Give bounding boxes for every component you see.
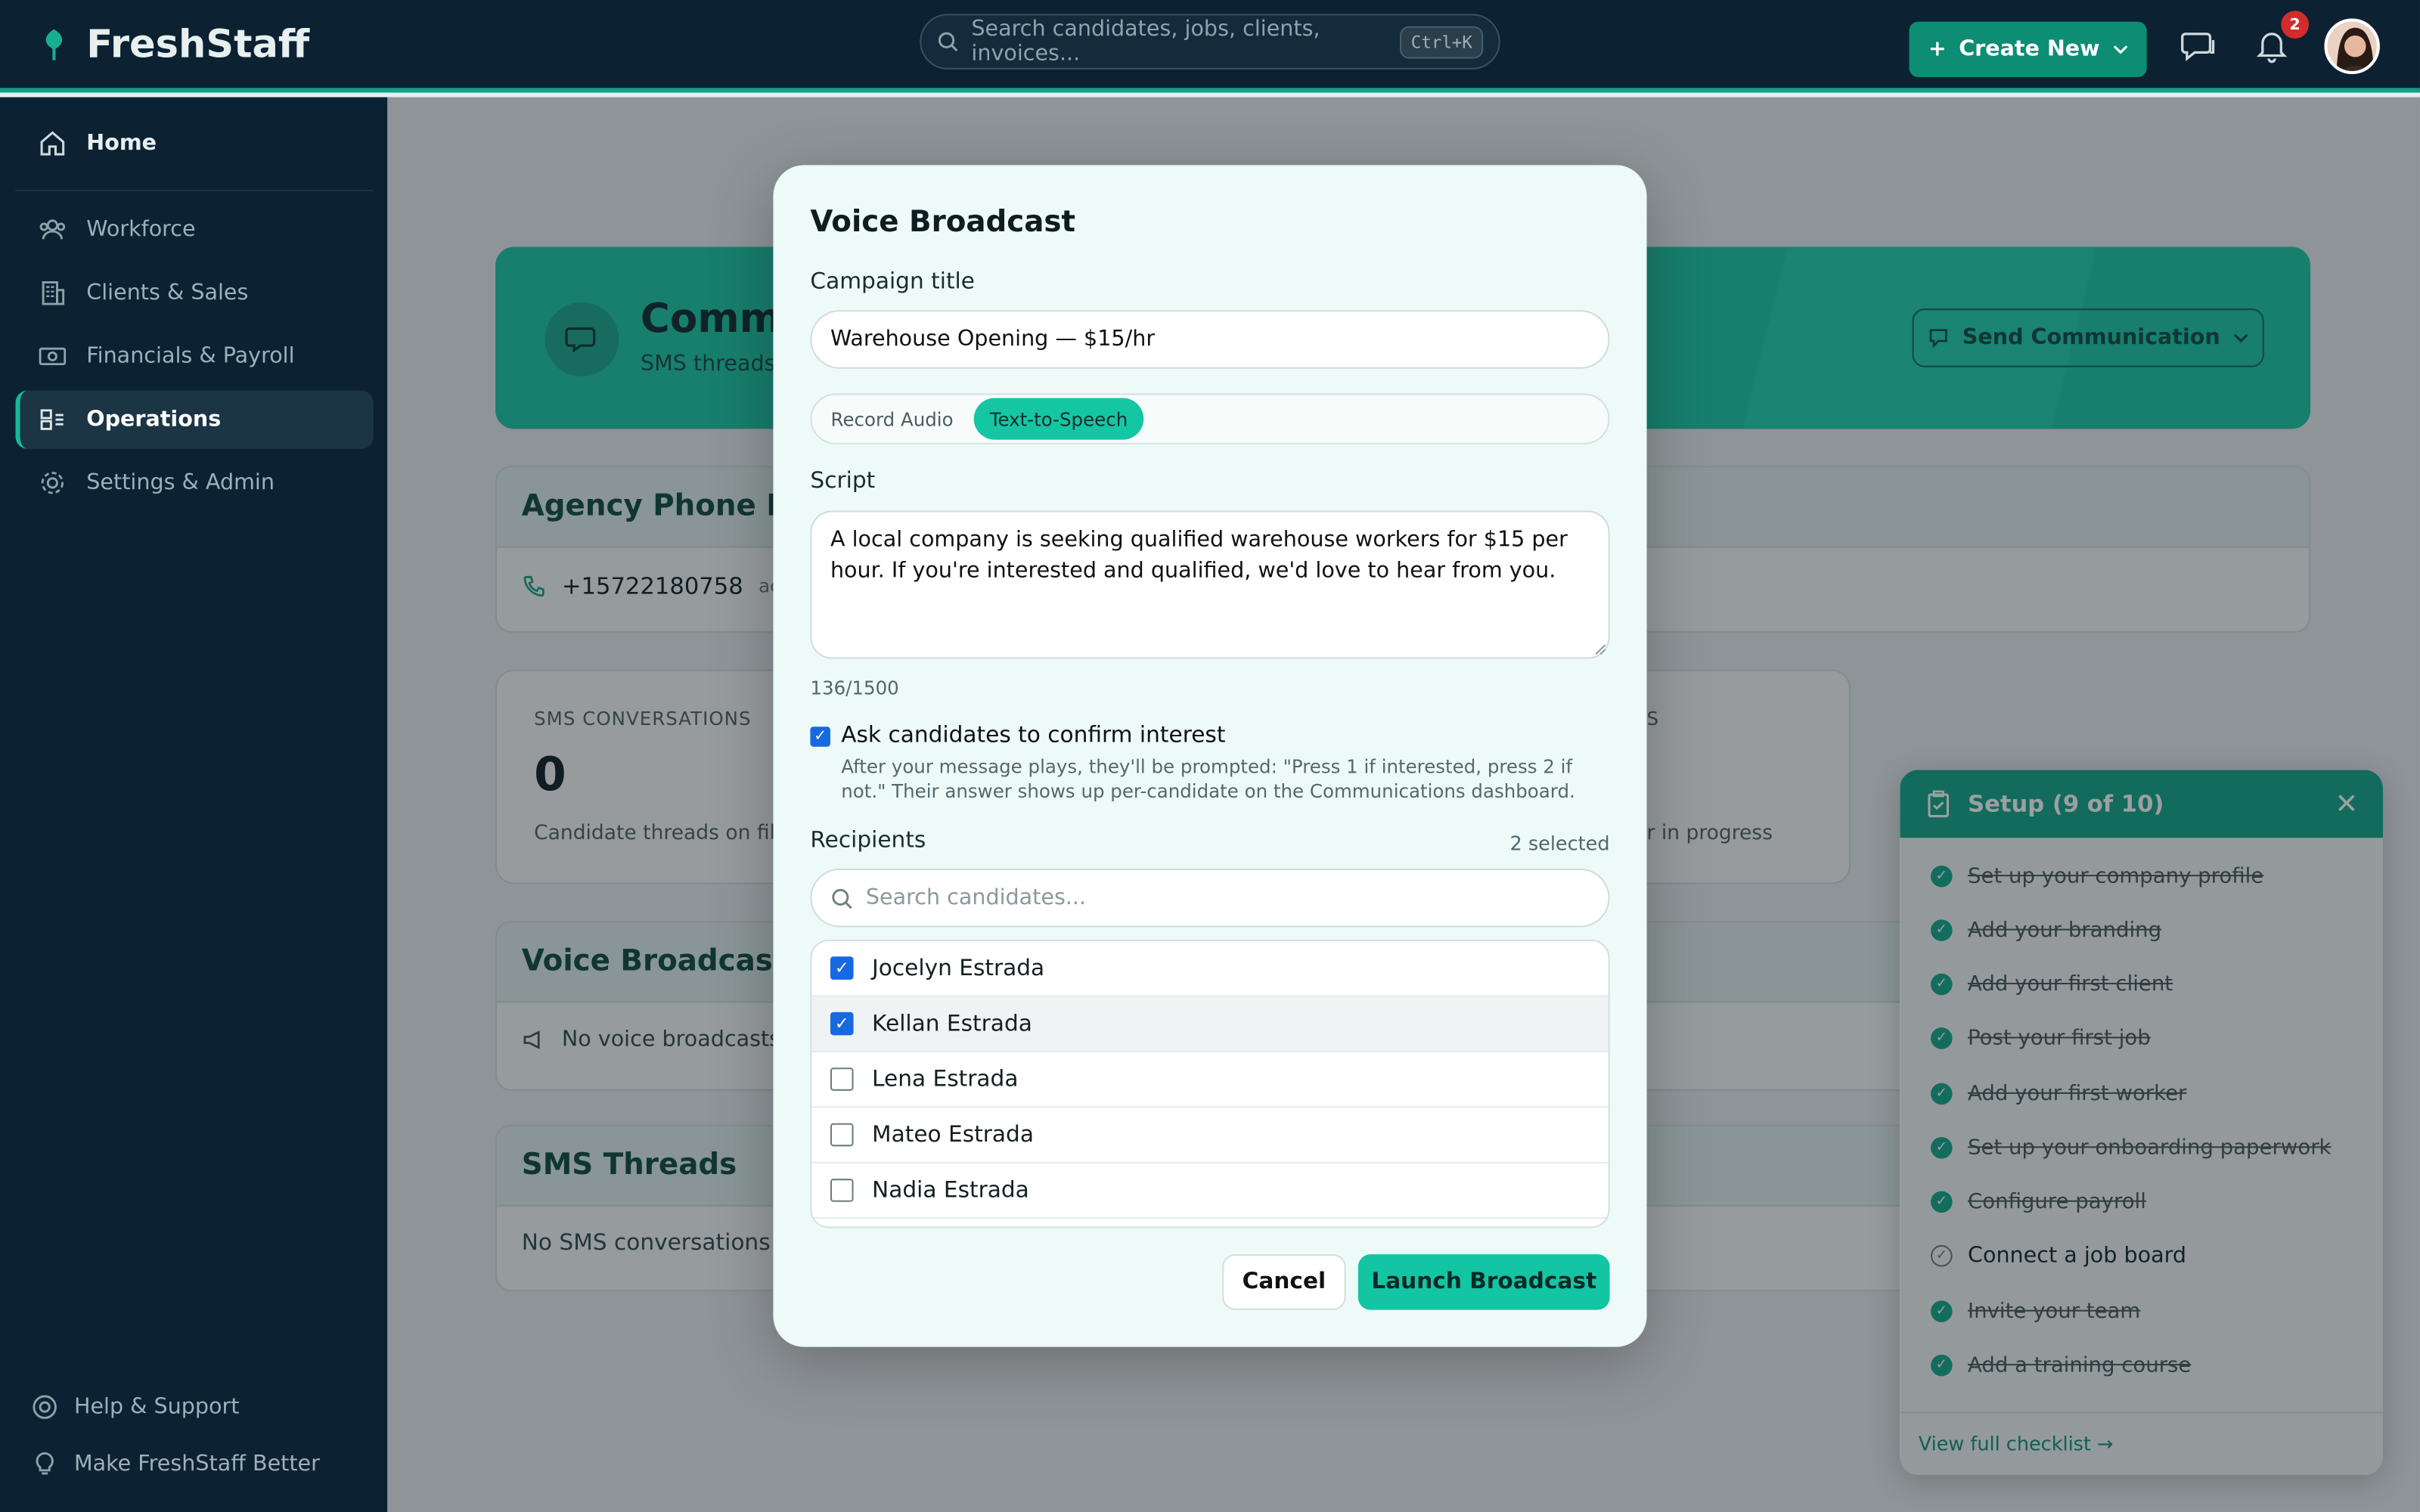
character-count: 136/1500 <box>810 677 899 699</box>
create-new-button[interactable]: + Create New <box>1909 21 2147 78</box>
home-icon <box>40 131 65 156</box>
panel-backdrop <box>1900 770 2383 1476</box>
sidebar-item-home[interactable]: Home <box>15 114 373 173</box>
brand-logo[interactable]: FreshStaff <box>37 22 309 67</box>
launch-broadcast-button[interactable]: Launch Broadcast <box>1357 1254 1610 1310</box>
confirm-interest-label: Ask candidates to confirm interest <box>841 723 1226 748</box>
confirm-interest-checkbox[interactable]: ✓ <box>810 727 830 747</box>
recipient-row[interactable]: Mateo Estrada <box>811 1108 1609 1163</box>
sidebar-item-financials-payroll[interactable]: Financials & Payroll <box>15 327 373 386</box>
recipient-name: Mateo Estrada <box>872 1122 1034 1148</box>
create-new-label: Create New <box>1959 36 2100 62</box>
checkbox-checked[interactable]: ✓ <box>830 956 854 980</box>
lightbulb-icon <box>36 1452 54 1475</box>
recipient-row[interactable]: Lena Estrada <box>811 1052 1609 1108</box>
script-label: Script <box>810 469 876 494</box>
recipient-row[interactable]: Nadia Estrada <box>811 1163 1609 1219</box>
search-placeholder: Search candidates, jobs, clients, invoic… <box>971 17 1320 67</box>
leaf-logo-icon <box>45 28 63 60</box>
money-icon <box>39 347 67 366</box>
user-avatar[interactable] <box>2324 18 2380 74</box>
recipients-label: Recipients <box>810 828 926 854</box>
search-icon <box>832 888 852 909</box>
notification-badge: 2 <box>2281 11 2310 39</box>
record-audio-option[interactable]: Record Audio <box>818 398 966 440</box>
recipient-row[interactable]: ✓ Kellan Estrada <box>811 996 1609 1052</box>
confirm-interest-hint: After your message plays, they'll be pro… <box>841 755 1575 803</box>
sidebar-item-label: Clients & Sales <box>86 280 249 306</box>
recipient-row[interactable]: ✓ Jocelyn Estrada <box>811 941 1609 997</box>
feedback-link[interactable]: Make FreshStaff Better <box>31 1450 320 1478</box>
chevron-down-icon <box>2112 45 2127 54</box>
sidebar-item-clients-sales[interactable]: Clients & Sales <box>15 264 373 323</box>
sidebar-item-label: Home <box>86 131 157 156</box>
global-search[interactable]: Search candidates, jobs, clients, invoic… <box>920 14 1500 70</box>
sidebar-item-operations[interactable]: Operations <box>15 390 374 449</box>
selected-count: 2 selected <box>1509 831 1610 855</box>
sidebar-item-label: Financials & Payroll <box>86 344 295 369</box>
sidebar-item-label: Settings & Admin <box>86 470 275 496</box>
recipient-name: Kellan Estrada <box>872 1011 1032 1036</box>
building-icon <box>42 281 65 305</box>
resize-handle-icon[interactable] <box>1594 643 1606 655</box>
help-support-label: Help & Support <box>73 1394 240 1420</box>
checkbox-checked[interactable]: ✓ <box>830 1012 854 1036</box>
plus-icon: + <box>1928 36 1947 62</box>
operations-icon <box>40 409 64 430</box>
recipient-search-placeholder: Search candidates... <box>865 885 1087 911</box>
cancel-button[interactable]: Cancel <box>1222 1254 1346 1310</box>
avatar-portrait-icon <box>2327 21 2377 71</box>
brand-name: FreshStaff <box>86 21 310 67</box>
sidebar-divider <box>15 190 374 192</box>
recipient-search-input[interactable]: Search candidates... <box>810 868 1610 928</box>
lifebuoy-icon <box>33 1395 57 1419</box>
help-support-link[interactable]: Help & Support <box>31 1393 240 1421</box>
sidebar-item-label: Workforce <box>86 217 196 243</box>
setup-checklist-panel: Setup (9 of 10) ✕ ✓ Set up your company p… <box>1900 770 2383 1476</box>
top-bar: FreshStaff Search candidates, jobs, clie… <box>0 0 2420 93</box>
checkbox[interactable] <box>830 1067 854 1091</box>
campaign-title-input[interactable]: Warehouse Opening — $15/hr <box>810 310 1610 369</box>
people-icon <box>39 219 66 240</box>
recipient-list: ✓ Jocelyn Estrada ✓ Kellan Estrada Lena Es… <box>810 939 1610 1228</box>
gear-icon <box>41 472 64 494</box>
app-root: FreshStaff Search candidates, jobs, clie… <box>0 0 2420 1512</box>
sidebar: Home Workforce Clients & Sales Financial… <box>0 97 388 1512</box>
script-textarea[interactable]: A local company is seeking qualified war… <box>810 510 1610 659</box>
chat-icon[interactable] <box>2180 25 2220 65</box>
search-shortcut: Ctrl+K <box>1400 25 1484 58</box>
checkbox[interactable] <box>830 1179 854 1202</box>
voice-broadcast-modal: Voice Broadcast Campaign title Warehouse… <box>773 165 1647 1347</box>
modal-title: Voice Broadcast <box>810 205 1076 240</box>
search-icon <box>938 32 958 52</box>
text-to-speech-option[interactable]: Text-to-Speech <box>973 398 1144 440</box>
recipient-name: Lena Estrada <box>872 1067 1019 1092</box>
recipient-name: Nadia Estrada <box>872 1178 1029 1203</box>
checkbox[interactable] <box>830 1123 854 1147</box>
feedback-label: Make FreshStaff Better <box>73 1452 320 1477</box>
sidebar-item-settings-admin[interactable]: Settings & Admin <box>15 454 373 513</box>
recipient-name: Jocelyn Estrada <box>872 956 1045 981</box>
campaign-title-label: Campaign title <box>810 270 975 295</box>
sidebar-item-label: Operations <box>86 407 222 432</box>
sidebar-item-workforce[interactable]: Workforce <box>15 200 373 259</box>
audio-mode-toggle: Record Audio Text-to-Speech <box>810 393 1610 445</box>
